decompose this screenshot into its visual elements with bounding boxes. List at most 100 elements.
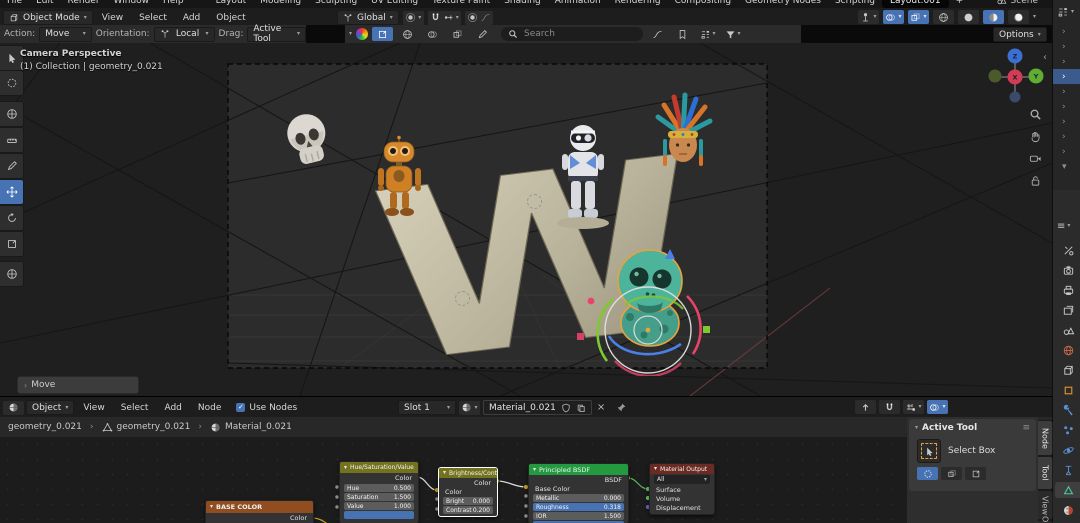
metallic-slider[interactable]: Metallic 0.000 — [533, 494, 624, 502]
sidebar-tab-tool[interactable]: Tool — [1038, 456, 1053, 490]
unlink-material-button[interactable]: × — [595, 402, 607, 413]
viewport-menu-view[interactable]: View — [95, 13, 130, 23]
material-preview-sphere-icon[interactable] — [356, 28, 369, 40]
copy-material-icon[interactable] — [576, 403, 586, 413]
workspace-tab-texture-paint[interactable]: Texture Paint — [425, 0, 497, 6]
node-hue-saturation-value[interactable]: ▾ Hue/Saturation/Value Color Hue 0.500 Sa… — [339, 461, 419, 523]
shader-menu-select[interactable]: Select — [114, 403, 156, 413]
rotate-gizmo[interactable] — [575, 241, 725, 376]
collapse-node-icon[interactable]: ▾ — [443, 470, 446, 476]
outliner-row[interactable]: › — [1053, 39, 1080, 54]
mode-selector[interactable]: Object Mode ▾ — [3, 10, 93, 25]
fake-user-shield-icon[interactable] — [561, 403, 571, 413]
workspace-tab-uv-editing[interactable]: UV Editing — [364, 0, 425, 6]
display-mode-button[interactable]: ▾ — [697, 27, 719, 41]
model-ninja-figure[interactable] — [552, 121, 614, 235]
tab-object-data-properties[interactable] — [1055, 482, 1080, 498]
contrast-slider[interactable]: Contrast 0.200 — [443, 506, 493, 514]
viewport-menu-select[interactable]: Select — [132, 13, 174, 23]
tab-material-properties[interactable] — [1060, 502, 1076, 518]
parent-node-tree-button[interactable] — [855, 400, 876, 414]
toolbar-move-tool[interactable] — [0, 179, 24, 205]
node-principled-bsdf[interactable]: ▾ Principled BSDF BSDF Base Color Metall… — [528, 463, 629, 523]
snap-pivot-button[interactable]: ▾ — [402, 10, 424, 25]
outliner-row[interactable]: › — [1053, 114, 1080, 129]
select-mode-new-button[interactable] — [917, 467, 938, 480]
hue-slider[interactable]: Hue 0.500 — [344, 484, 414, 492]
tab-tool-properties[interactable] — [1060, 242, 1076, 258]
panel-menu-icon[interactable]: ≡ — [1022, 423, 1030, 433]
model-skull[interactable] — [282, 111, 334, 169]
collapse-outliner-arrow[interactable]: ‹ — [1043, 52, 1047, 63]
snap-toggle-button[interactable]: ▾ — [427, 10, 461, 25]
panel-collapse-icon[interactable]: ▾ — [915, 425, 918, 431]
shader-menu-add[interactable]: Add — [157, 403, 188, 413]
scene-name[interactable]: Scene — [1011, 0, 1038, 6]
properties-editor-type-button[interactable]: ≡ ▾ — [1053, 216, 1080, 236]
bookmark-button[interactable] — [672, 27, 694, 41]
value-slider[interactable]: Value 1.000 — [344, 502, 414, 510]
workspace-tab-shading[interactable]: Shading — [497, 0, 548, 6]
outliner-row[interactable]: › — [1053, 54, 1080, 69]
select-box-tool-button[interactable] — [917, 439, 941, 463]
empty-object-marker[interactable] — [527, 194, 542, 209]
collapse-node-icon[interactable]: ▾ — [533, 466, 536, 473]
material-slot-dropdown[interactable]: Slot 1 ▾ — [398, 400, 456, 415]
workspace-tab-rendering[interactable]: Rendering — [608, 0, 668, 6]
output-target-dropdown[interactable]: All ▾ — [654, 475, 710, 484]
node-material-output[interactable]: ▾ Material Output All ▾ Surface Volume D… — [649, 463, 715, 515]
breadcrumb-object[interactable]: geometry_0.021 — [0, 422, 82, 432]
viewport-menu-object[interactable]: Object — [209, 13, 252, 23]
tab-scene-properties[interactable] — [1060, 322, 1076, 338]
toolbar-transform-tool[interactable] — [0, 261, 24, 287]
breadcrumb-material[interactable]: Material_0.021 — [225, 422, 292, 432]
search-input[interactable] — [522, 28, 637, 40]
outliner-row[interactable]: › — [1053, 144, 1080, 159]
toolbar-measure-tool[interactable] — [0, 127, 24, 153]
tab-world-properties[interactable] — [1060, 342, 1076, 358]
pan-view-button[interactable] — [1026, 127, 1044, 145]
workspace-tab-active[interactable]: Layout.001 — [882, 0, 949, 8]
model-chief-head[interactable] — [652, 91, 714, 171]
operator-panel-move[interactable]: › Move — [17, 376, 139, 394]
viewport-menu-add[interactable]: Add — [176, 13, 207, 23]
action-dropdown[interactable]: Move ▾ — [39, 26, 92, 42]
tab-output-properties[interactable] — [1060, 282, 1076, 298]
select-mode-subtract-button[interactable] — [965, 467, 986, 480]
navigation-gizmo[interactable]: Z Y X — [985, 47, 1049, 111]
xray-toggle-button[interactable]: ▾ — [907, 10, 929, 24]
menu-edit[interactable]: Edit — [29, 0, 60, 6]
show-gizmo-button[interactable]: ▾ — [857, 10, 879, 24]
transform-orientation-selector[interactable]: Global ▾ — [337, 10, 399, 25]
curve-widget-button[interactable] — [647, 27, 669, 41]
tab-render-properties[interactable] — [1060, 262, 1076, 278]
node-snap-button[interactable] — [879, 400, 900, 414]
outliner-row[interactable]: › — [1053, 129, 1080, 144]
mask-button[interactable] — [422, 27, 444, 41]
sidebar-tab-node[interactable]: Node — [1038, 420, 1053, 456]
chevron-down-icon[interactable]: ▾ — [349, 31, 352, 37]
workspace-tab-animation[interactable]: Animation — [548, 0, 608, 6]
toolbar-select-circle-tool[interactable] — [0, 70, 24, 96]
add-workspace-button[interactable]: + — [949, 0, 971, 6]
node-canvas[interactable]: ▾ BASE COLOR Color ▾ Hue/Saturation/Valu… — [0, 437, 1052, 523]
search-box[interactable] — [501, 27, 644, 41]
model-robot[interactable] — [372, 135, 427, 219]
toolbar-annotate-tool[interactable] — [0, 153, 24, 179]
shader-menu-node[interactable]: Node — [191, 403, 229, 413]
tab-view-layer-properties[interactable] — [1060, 302, 1076, 318]
filter-button[interactable]: ▾ — [722, 27, 744, 41]
toolbar-cursor-tool[interactable] — [0, 101, 24, 127]
chevron-down-icon[interactable]: ▾ — [1033, 14, 1036, 20]
shading-wireframe-button[interactable] — [932, 10, 954, 24]
tab-collection-properties[interactable] — [1060, 362, 1076, 378]
workspace-tab-modeling[interactable]: Modeling — [253, 0, 308, 6]
toolbar-rotate-tool[interactable] — [0, 205, 24, 231]
node-brightness-contrast[interactable]: ▾ Brightness/Contrast Color Color Bright… — [438, 467, 498, 517]
brush-button[interactable] — [472, 27, 494, 41]
snap-grid-dropdown[interactable]: ▾ — [903, 400, 924, 414]
workspace-tab-sculpting[interactable]: Sculpting — [308, 0, 364, 6]
shader-menu-view[interactable]: View — [76, 403, 111, 413]
outliner-row[interactable]: › — [1053, 84, 1080, 99]
tab-physics-properties[interactable] — [1060, 442, 1076, 458]
